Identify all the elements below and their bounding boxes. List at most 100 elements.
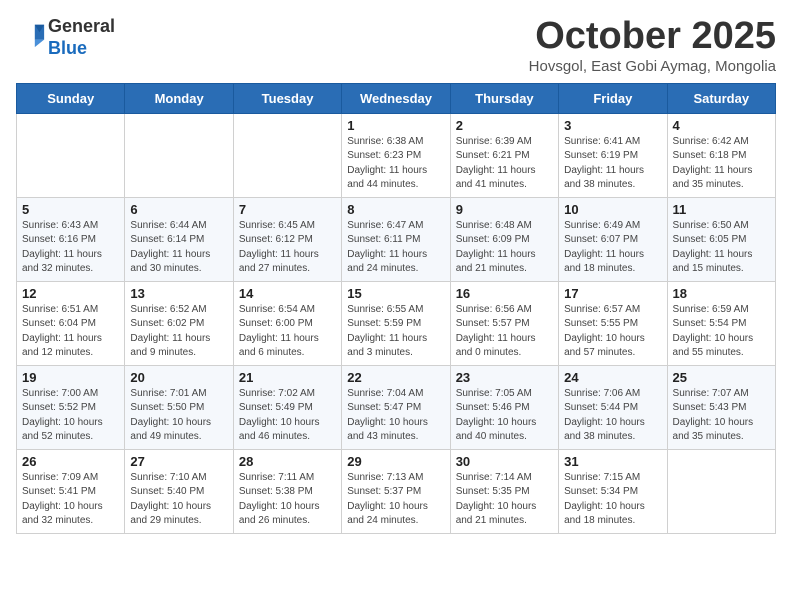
day-info: Sunrise: 6:43 AMSunset: 6:16 PMDaylight:… <box>22 219 119 277</box>
calendar-week-row: 12 Sunrise: 6:51 AMSunset: 6:04 PMDayligh… <box>17 281 776 365</box>
day-info: Sunrise: 7:13 AMSunset: 5:37 PMDaylight:… <box>347 471 444 529</box>
calendar-day-cell: 18Sunrise: 6:59 AMSunset: 5:54 PMDayligh… <box>667 281 775 365</box>
calendar-week-row: 1Sunrise: 6:38 AMSunset: 6:23 PMDaylight… <box>17 113 776 197</box>
day-info: Sunrise: 6:48 AMSunset: 6:09 PMDaylight:… <box>456 219 553 277</box>
day-number: 31 <box>564 454 661 469</box>
day-number: 7 <box>239 202 336 217</box>
day-info: Sunrise: 7:11 AMSunset: 5:38 PMDaylight:… <box>239 471 336 529</box>
day-of-week-header: Monday <box>125 83 233 113</box>
calendar-day-cell: 5 Sunrise: 6:43 AMSunset: 6:16 PMDaylight… <box>17 197 125 281</box>
logo-icon <box>18 21 46 49</box>
calendar-day-cell: 21Sunrise: 7:02 AMSunset: 5:49 PMDayligh… <box>233 365 341 449</box>
day-number: 3 <box>564 118 661 133</box>
day-info: Sunrise: 7:14 AMSunset: 5:35 PMDaylight:… <box>456 471 553 529</box>
day-info: Sunrise: 7:15 AMSunset: 5:34 PMDaylight:… <box>564 471 661 529</box>
calendar-day-cell: 6 Sunrise: 6:44 AMSunset: 6:14 PMDaylight… <box>125 197 233 281</box>
day-info: Sunrise: 7:04 AMSunset: 5:47 PMDaylight:… <box>347 387 444 445</box>
calendar-day-cell: 17 Sunrise: 6:57 AMSunset: 5:55 PMDayligh… <box>559 281 667 365</box>
title-area: October 2025 Hovsgol, East Gobi Aymag, M… <box>529 16 776 75</box>
calendar-day-cell: 22Sunrise: 7:04 AMSunset: 5:47 PMDayligh… <box>342 365 450 449</box>
calendar-day-cell <box>125 113 233 197</box>
month-title: October 2025 <box>529 16 776 58</box>
day-info: Sunrise: 7:05 AMSunset: 5:46 PMDaylight:… <box>456 387 553 445</box>
day-info: Sunrise: 7:07 AMSunset: 5:43 PMDaylight:… <box>673 387 770 445</box>
day-of-week-header: Wednesday <box>342 83 450 113</box>
day-of-week-header: Tuesday <box>233 83 341 113</box>
day-number: 12 <box>22 286 119 301</box>
calendar-day-cell <box>667 449 775 533</box>
day-info: Sunrise: 6:50 AMSunset: 6:05 PMDaylight:… <box>673 219 770 277</box>
day-number: 26 <box>22 454 119 469</box>
calendar-day-cell: 12 Sunrise: 6:51 AMSunset: 6:04 PMDayligh… <box>17 281 125 365</box>
calendar-day-cell: 27Sunrise: 7:10 AMSunset: 5:40 PMDayligh… <box>125 449 233 533</box>
calendar-day-cell: 26Sunrise: 7:09 AMSunset: 5:41 PMDayligh… <box>17 449 125 533</box>
day-info: Sunrise: 6:47 AMSunset: 6:11 PMDaylight:… <box>347 219 444 277</box>
calendar-day-cell: 16 Sunrise: 6:56 AMSunset: 5:57 PMDayligh… <box>450 281 558 365</box>
day-number: 17 <box>564 286 661 301</box>
day-number: 8 <box>347 202 444 217</box>
calendar-day-cell: 7 Sunrise: 6:45 AMSunset: 6:12 PMDaylight… <box>233 197 341 281</box>
day-info: Sunrise: 7:00 AMSunset: 5:52 PMDaylight:… <box>22 387 119 445</box>
day-number: 5 <box>22 202 119 217</box>
calendar-day-cell: 30 Sunrise: 7:14 AMSunset: 5:35 PMDayligh… <box>450 449 558 533</box>
day-number: 6 <box>130 202 227 217</box>
day-of-week-header: Saturday <box>667 83 775 113</box>
calendar-day-cell: 28 Sunrise: 7:11 AMSunset: 5:38 PMDayligh… <box>233 449 341 533</box>
day-number: 16 <box>456 286 553 301</box>
calendar-week-row: 19 Sunrise: 7:00 AMSunset: 5:52 PMDayligh… <box>17 365 776 449</box>
calendar-day-cell: 9Sunrise: 6:48 AMSunset: 6:09 PMDaylight… <box>450 197 558 281</box>
day-info: Sunrise: 6:52 AMSunset: 6:02 PMDaylight:… <box>130 303 227 361</box>
day-info: Sunrise: 6:39 AMSunset: 6:21 PMDaylight:… <box>456 135 553 193</box>
day-number: 19 <box>22 370 119 385</box>
calendar-day-cell: 20Sunrise: 7:01 AMSunset: 5:50 PMDayligh… <box>125 365 233 449</box>
day-info: Sunrise: 6:55 AMSunset: 5:59 PMDaylight:… <box>347 303 444 361</box>
calendar-day-cell: 2 Sunrise: 6:39 AMSunset: 6:21 PMDaylight… <box>450 113 558 197</box>
calendar-day-cell <box>17 113 125 197</box>
day-number: 1 <box>347 118 444 133</box>
calendar-day-cell: 23 Sunrise: 7:05 AMSunset: 5:46 PMDayligh… <box>450 365 558 449</box>
calendar-day-cell: 24 Sunrise: 7:06 AMSunset: 5:44 PMDayligh… <box>559 365 667 449</box>
day-info: Sunrise: 6:56 AMSunset: 5:57 PMDaylight:… <box>456 303 553 361</box>
day-number: 10 <box>564 202 661 217</box>
calendar-day-cell: 8 Sunrise: 6:47 AMSunset: 6:11 PMDaylight… <box>342 197 450 281</box>
day-of-week-header: Thursday <box>450 83 558 113</box>
day-number: 13 <box>130 286 227 301</box>
calendar-week-row: 5 Sunrise: 6:43 AMSunset: 6:16 PMDaylight… <box>17 197 776 281</box>
calendar-day-cell: 1Sunrise: 6:38 AMSunset: 6:23 PMDaylight… <box>342 113 450 197</box>
day-info: Sunrise: 7:06 AMSunset: 5:44 PMDaylight:… <box>564 387 661 445</box>
day-of-week-header: Friday <box>559 83 667 113</box>
day-info: Sunrise: 6:45 AMSunset: 6:12 PMDaylight:… <box>239 219 336 277</box>
calendar-header-row: SundayMondayTuesdayWednesdayThursdayFrid… <box>17 83 776 113</box>
day-info: Sunrise: 6:57 AMSunset: 5:55 PMDaylight:… <box>564 303 661 361</box>
calendar-day-cell <box>233 113 341 197</box>
page-header: General Blue October 2025 Hovsgol, East … <box>16 16 776 75</box>
calendar-day-cell: 3Sunrise: 6:41 AMSunset: 6:19 PMDaylight… <box>559 113 667 197</box>
calendar-day-cell: 4 Sunrise: 6:42 AMSunset: 6:18 PMDaylight… <box>667 113 775 197</box>
day-number: 15 <box>347 286 444 301</box>
calendar-week-row: 26Sunrise: 7:09 AMSunset: 5:41 PMDayligh… <box>17 449 776 533</box>
calendar-day-cell: 10 Sunrise: 6:49 AMSunset: 6:07 PMDayligh… <box>559 197 667 281</box>
day-info: Sunrise: 6:44 AMSunset: 6:14 PMDaylight:… <box>130 219 227 277</box>
logo-general-text: General <box>48 16 115 36</box>
calendar-day-cell: 29 Sunrise: 7:13 AMSunset: 5:37 PMDayligh… <box>342 449 450 533</box>
calendar-table: SundayMondayTuesdayWednesdayThursdayFrid… <box>16 83 776 534</box>
day-number: 4 <box>673 118 770 133</box>
day-number: 30 <box>456 454 553 469</box>
calendar-day-cell: 11Sunrise: 6:50 AMSunset: 6:05 PMDayligh… <box>667 197 775 281</box>
day-number: 27 <box>130 454 227 469</box>
day-number: 14 <box>239 286 336 301</box>
day-info: Sunrise: 6:49 AMSunset: 6:07 PMDaylight:… <box>564 219 661 277</box>
day-number: 28 <box>239 454 336 469</box>
calendar-day-cell: 31 Sunrise: 7:15 AMSunset: 5:34 PMDayligh… <box>559 449 667 533</box>
day-info: Sunrise: 7:02 AMSunset: 5:49 PMDaylight:… <box>239 387 336 445</box>
day-number: 23 <box>456 370 553 385</box>
day-info: Sunrise: 6:42 AMSunset: 6:18 PMDaylight:… <box>673 135 770 193</box>
day-number: 18 <box>673 286 770 301</box>
day-number: 20 <box>130 370 227 385</box>
day-number: 2 <box>456 118 553 133</box>
day-number: 24 <box>564 370 661 385</box>
calendar-day-cell: 19 Sunrise: 7:00 AMSunset: 5:52 PMDayligh… <box>17 365 125 449</box>
logo-blue-text: Blue <box>48 38 87 58</box>
day-info: Sunrise: 6:51 AMSunset: 6:04 PMDaylight:… <box>22 303 119 361</box>
day-number: 29 <box>347 454 444 469</box>
